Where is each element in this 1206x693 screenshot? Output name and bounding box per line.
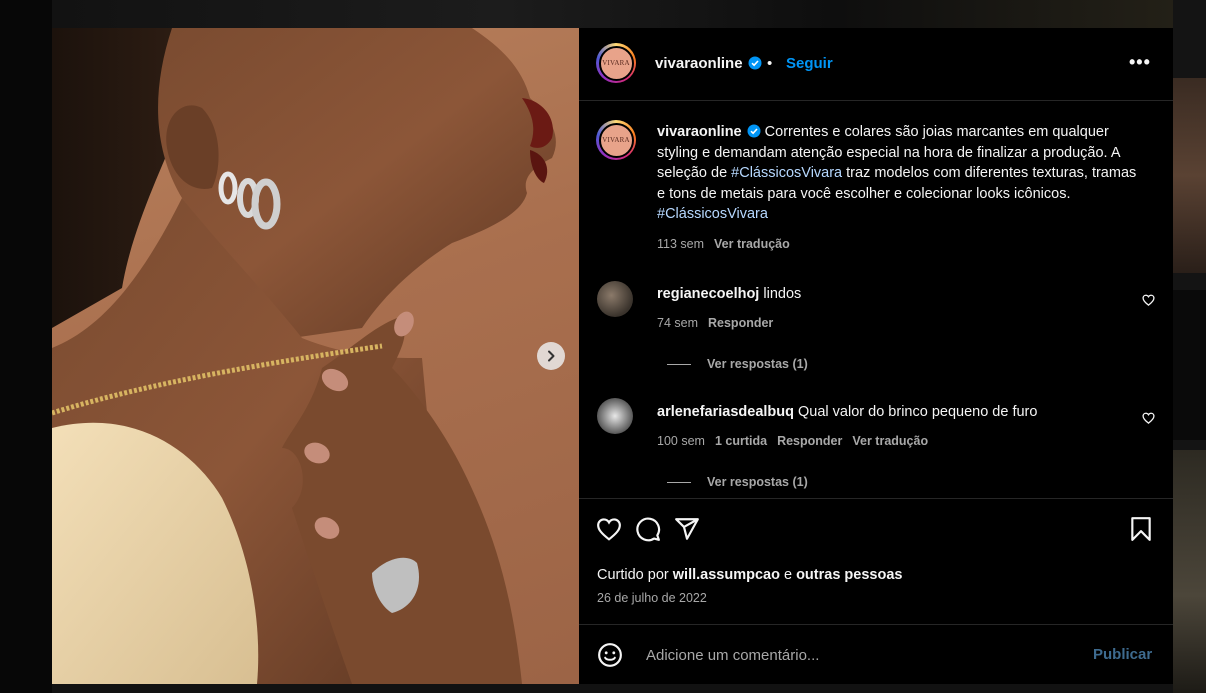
comment-reply-button[interactable]: Responder: [708, 316, 773, 330]
author-avatar[interactable]: VIVARA: [596, 43, 636, 83]
emoji-icon[interactable]: [597, 642, 623, 668]
comment-meta: 74 sem Responder: [657, 316, 783, 330]
comment-icon[interactable]: [635, 516, 661, 542]
caption-age: 113 sem: [657, 237, 705, 251]
caption-avatar[interactable]: VIVARA: [596, 120, 636, 160]
view-replies-label: Ver respostas (1): [707, 475, 808, 489]
comment-reply-button[interactable]: Responder: [777, 434, 842, 448]
replies-line: [667, 482, 691, 484]
comment-body: lindos: [759, 286, 802, 302]
view-replies-label: Ver respostas (1): [707, 357, 808, 371]
comment-translate-link[interactable]: Ver tradução: [852, 434, 928, 448]
liked-by-others-link[interactable]: outras pessoas: [796, 567, 902, 583]
comment-body: Qual valor do brinco pequeno de furo: [794, 404, 1038, 420]
hashtag-link[interactable]: #ClássicosVivara: [657, 206, 768, 222]
commenter-avatar[interactable]: [597, 281, 633, 317]
comment-age: 74 sem: [657, 316, 698, 330]
share-icon[interactable]: [674, 516, 700, 542]
hashtag-link[interactable]: #ClássicosVivara: [731, 165, 842, 181]
more-options-icon[interactable]: •••: [1129, 52, 1151, 73]
view-replies-button[interactable]: Ver respostas (1): [667, 475, 808, 489]
post-image[interactable]: [52, 28, 579, 684]
next-image-button[interactable]: [537, 342, 565, 370]
caption-text: vivaraonline Correntes e colares são joi…: [657, 122, 1142, 225]
liked-by-text: Curtido por will.assumpcao e outras pess…: [597, 567, 902, 583]
author-username: vivaraonline: [655, 55, 743, 72]
post-details-panel: VIVARA vivaraonline • Seguir ••• VIVARA …: [579, 28, 1173, 684]
jewelry-photo: [52, 28, 556, 684]
caption-avatar-logo: VIVARA: [598, 122, 634, 158]
header-separator: •: [767, 55, 773, 72]
backdrop-thumbnail-1: [1173, 78, 1206, 273]
caption-username[interactable]: vivaraonline: [657, 124, 742, 140]
post-header: VIVARA vivaraonline • Seguir •••: [579, 28, 1173, 101]
heart-icon[interactable]: [596, 517, 622, 541]
verified-badge-icon: [748, 56, 762, 70]
comment-username[interactable]: regianecoelhoj: [657, 286, 759, 302]
comment-text: arlenefariasdealbuq Qual valor do brinco…: [657, 404, 1037, 420]
comment-likes-count[interactable]: 1 curtida: [715, 434, 767, 448]
backdrop-thumbnail-2: [1173, 290, 1206, 440]
author-avatar-logo: VIVARA: [598, 45, 634, 81]
caption-meta: 113 sem Ver tradução: [657, 237, 800, 251]
view-replies-button[interactable]: Ver respostas (1): [667, 357, 808, 371]
comment-meta: 100 sem 1 curtida Responder Ver tradução: [657, 434, 938, 448]
backdrop-top: [52, 0, 1173, 28]
caption-translate-link[interactable]: Ver tradução: [714, 237, 790, 251]
comment-text: regianecoelhoj lindos: [657, 286, 801, 302]
comment-like-heart-icon[interactable]: [1142, 294, 1155, 306]
backdrop-bottom: [52, 684, 1173, 693]
comment-like-heart-icon[interactable]: [1142, 412, 1155, 424]
liked-by-user-link[interactable]: will.assumpcao: [673, 567, 780, 583]
bookmark-icon[interactable]: [1130, 516, 1152, 542]
add-comment-bar: Publicar: [579, 624, 1173, 684]
post-date[interactable]: 26 de julho de 2022: [597, 591, 707, 605]
backdrop-left: [0, 0, 52, 693]
replies-line: [667, 364, 691, 366]
commenter-avatar[interactable]: [597, 398, 633, 434]
comment-input[interactable]: [646, 644, 1066, 666]
verified-badge-icon: [747, 124, 761, 138]
comment-age: 100 sem: [657, 434, 705, 448]
follow-button[interactable]: Seguir: [786, 55, 833, 72]
author-username-link[interactable]: vivaraonline: [655, 55, 762, 72]
liked-by-prefix: Curtido por: [597, 567, 673, 583]
post-actions: Curtido por will.assumpcao e outras pess…: [579, 498, 1173, 624]
chevron-right-icon: [548, 350, 555, 362]
liked-by-mid: e: [779, 567, 797, 583]
comment-username[interactable]: arlenefariasdealbuq: [657, 404, 794, 420]
publish-button[interactable]: Publicar: [1093, 646, 1152, 663]
backdrop-thumbnail-3: [1173, 450, 1206, 693]
